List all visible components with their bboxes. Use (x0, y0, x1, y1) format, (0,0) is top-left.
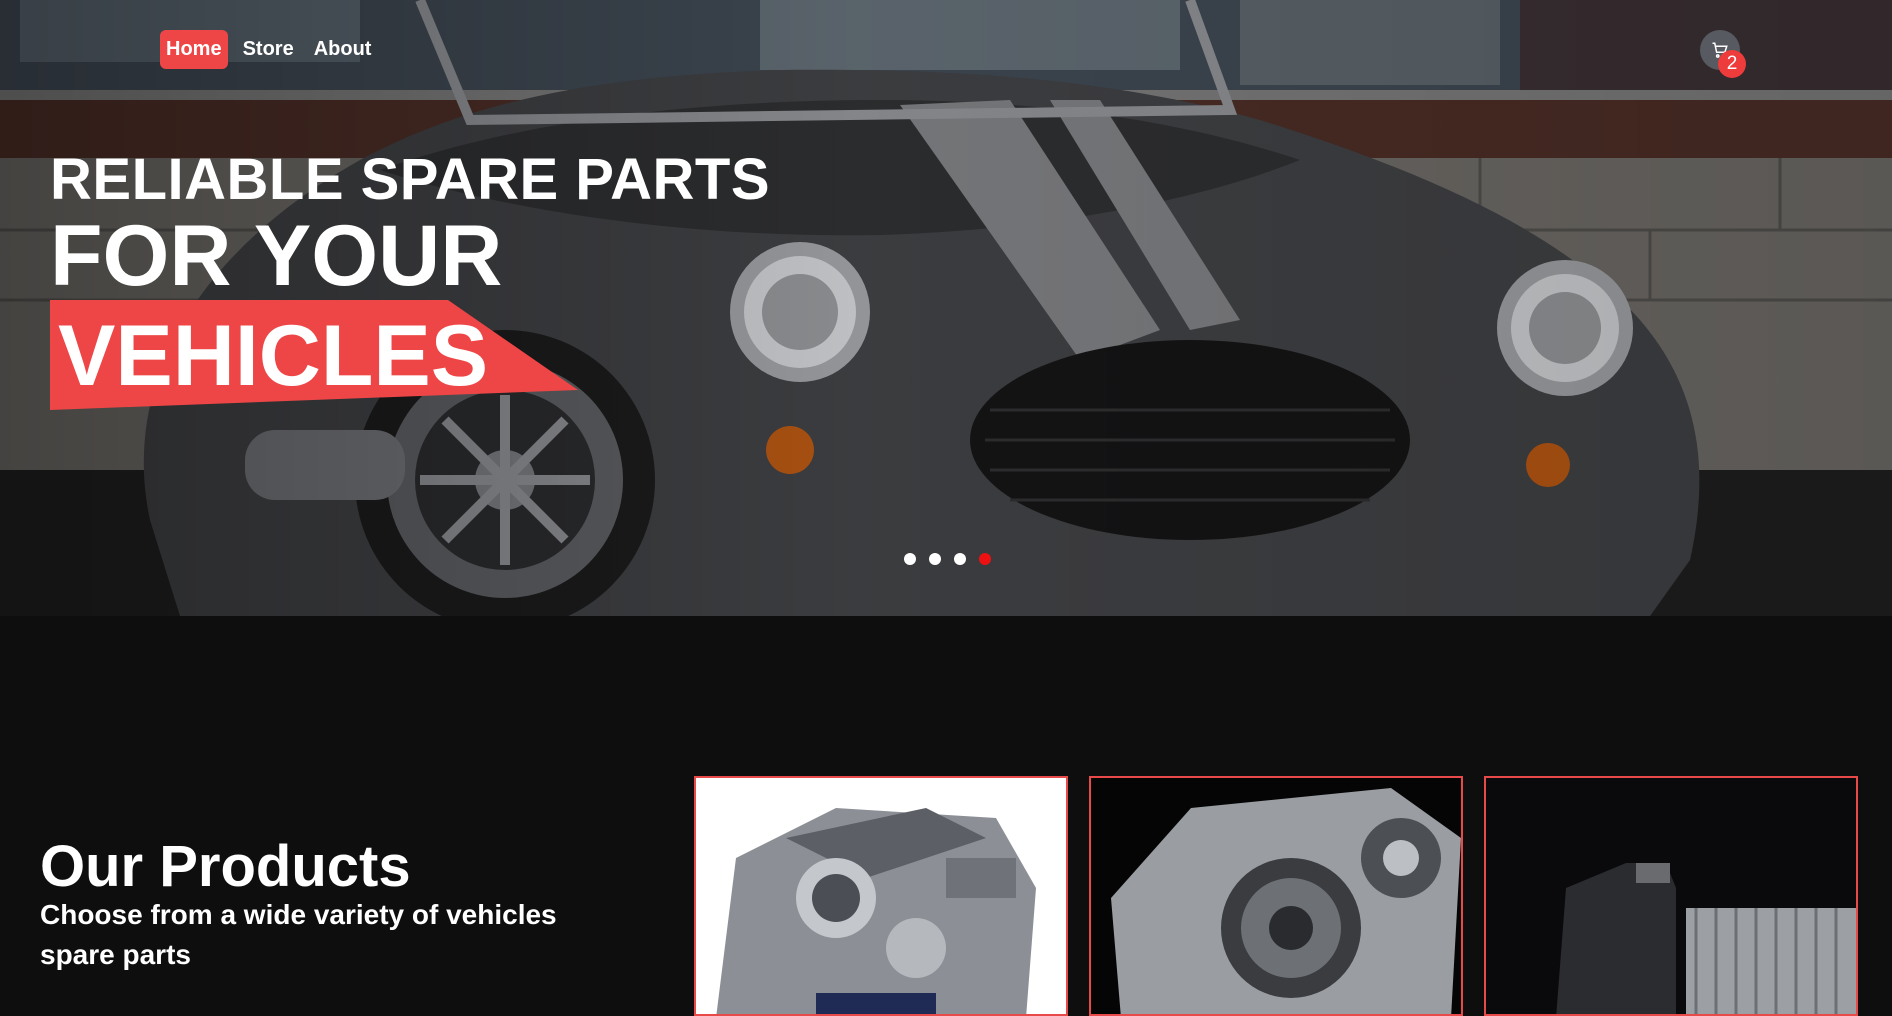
products-subheading: Choose from a wide variety of vehicles s… (40, 899, 557, 970)
nav-about-link[interactable]: About (309, 30, 377, 69)
products-heading: Our Products (40, 834, 411, 899)
product-card-engine[interactable] (694, 776, 1068, 1016)
nav-store-link[interactable]: Store (238, 30, 299, 69)
hero-banner: Home Store About 2 RELIABLE SPARE PARTS … (0, 0, 1892, 616)
transmission-image (1091, 778, 1461, 1014)
hero-headline-line3: VEHICLES (58, 308, 489, 404)
nav-home-link[interactable]: Home (160, 30, 228, 69)
engine-image (696, 778, 1066, 1014)
product-card-oil-radiator[interactable] (1484, 776, 1858, 1016)
carousel-dot-3[interactable] (954, 553, 966, 565)
hero-headline-line1: RELIABLE SPARE PARTS (50, 147, 771, 212)
main-nav: Home Store About (160, 30, 376, 69)
carousel-dot-1[interactable] (904, 553, 916, 565)
carousel-dot-4[interactable] (979, 553, 991, 565)
hero-headline-line2: FOR YOUR (50, 208, 503, 304)
product-card-transmission[interactable] (1089, 776, 1463, 1016)
carousel-indicators (904, 553, 991, 565)
carousel-dot-2[interactable] (929, 553, 941, 565)
oil-and-radiator-image (1486, 778, 1856, 1014)
cart-count-badge: 2 (1718, 50, 1746, 78)
